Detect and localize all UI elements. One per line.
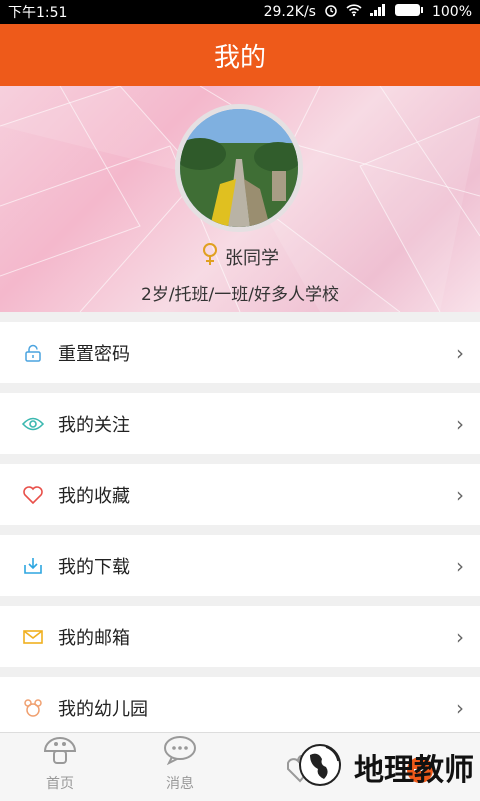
status-time: 下午1:51 — [8, 5, 68, 21]
home-mushroom-icon — [42, 735, 78, 769]
chevron-right-icon: › — [456, 482, 464, 507]
menu-item-following[interactable]: 我的关注 › — [0, 393, 480, 454]
profile-name: 张同学 — [225, 247, 279, 269]
tab-messages[interactable]: 消息 — [120, 733, 240, 801]
avatar-photo — [180, 109, 298, 227]
menu-item-mailbox[interactable]: 我的邮箱 › — [0, 606, 480, 667]
bottom-tab-bar: 首页 消息 地理教师 — [0, 732, 480, 801]
chevron-right-icon: › — [456, 624, 464, 649]
avatar[interactable] — [175, 104, 303, 232]
page-title: 我的 — [213, 42, 266, 73]
menu-label: 我的关注 — [58, 414, 130, 436]
tab-home[interactable]: 首页 — [0, 733, 120, 801]
profile-details: 2岁/托班/一班/好多人学校 — [141, 285, 339, 305]
menu-label: 我的邮箱 — [58, 627, 130, 649]
alarm-icon — [324, 3, 338, 21]
menu-label: 重置密码 — [58, 343, 130, 365]
status-right: 29.2K/s 100% — [264, 3, 472, 21]
chevron-right-icon: › — [456, 340, 464, 365]
menu-item-downloads[interactable]: 我的下载 › — [0, 535, 480, 596]
download-icon — [22, 555, 44, 577]
female-icon — [201, 242, 219, 271]
status-bar: 下午1:51 29.2K/s 100% — [0, 0, 480, 24]
page-header: 我的 — [0, 24, 480, 86]
kindergarten-icon — [22, 697, 44, 719]
profile-banner: 张同学 2岁/托班/一班/好多人学校 — [0, 86, 480, 312]
profile-name-row: 张同学 — [0, 242, 480, 271]
tab-label: 首页 — [46, 776, 74, 792]
menu-item-reset-password[interactable]: 重置密码 › — [0, 322, 480, 383]
heart-icon — [22, 484, 44, 506]
chevron-right-icon: › — [456, 695, 464, 720]
watermark: 地理教师 — [292, 737, 474, 797]
lock-icon — [22, 342, 44, 364]
eye-icon — [22, 413, 44, 435]
chevron-right-icon: › — [456, 553, 464, 578]
menu-label: 我的收藏 — [58, 485, 130, 507]
tab-label: 消息 — [166, 776, 194, 792]
wifi-icon — [346, 3, 362, 21]
menu-label: 我的下载 — [58, 556, 130, 578]
globe-icon — [292, 737, 348, 797]
menu-item-favorites[interactable]: 我的收藏 › — [0, 464, 480, 525]
battery-icon — [394, 3, 424, 21]
chevron-right-icon: › — [456, 411, 464, 436]
battery-level: 100% — [431, 4, 472, 20]
menu-item-kindergarten[interactable]: 我的幼儿园 › — [0, 677, 480, 738]
network-speed: 29.2K/s — [263, 4, 316, 20]
menu-list: 重置密码 › 我的关注 › 我的收藏 › 我的下载 › 我的邮箱 › 我的幼儿园 — [0, 322, 480, 748]
watermark-text: 地理教师 — [354, 753, 474, 788]
message-bubble-icon — [162, 735, 198, 769]
mail-icon — [22, 626, 44, 648]
signal-icon — [369, 4, 386, 20]
menu-label: 我的幼儿园 — [58, 698, 148, 720]
